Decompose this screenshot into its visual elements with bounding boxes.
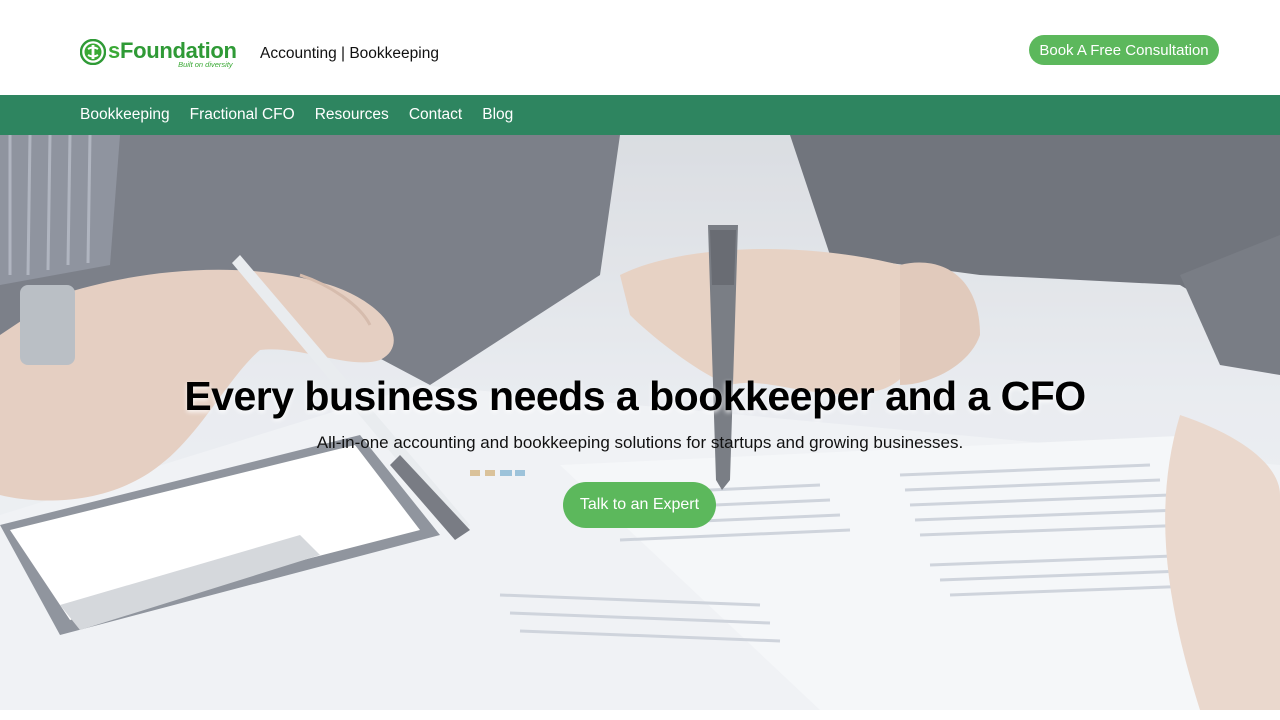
nav-item-fractional-cfo[interactable]: Fractional CFO <box>190 106 295 124</box>
nav-item-contact[interactable]: Contact <box>409 106 462 124</box>
nav-item-blog[interactable]: Blog <box>482 106 513 124</box>
nav-item-resources[interactable]: Resources <box>315 106 389 124</box>
logo-tagline: Built on diversity <box>178 60 233 69</box>
logo-word-first: s <box>108 38 120 63</box>
logo-wordmark: sFoundation Built on diversity <box>108 38 237 69</box>
nav-list: Bookkeeping Fractional CFO Resources Con… <box>80 95 533 135</box>
page-bottom-divider <box>0 710 1280 720</box>
main-nav: Bookkeeping Fractional CFO Resources Con… <box>0 95 1280 135</box>
hero-subtitle: All-in-one accounting and bookkeeping so… <box>316 433 964 452</box>
hero-overlay <box>0 135 1280 710</box>
hero-title: Every business needs a bookkeeper and a … <box>184 373 1086 419</box>
site-tagline: Accounting | Bookkeeping <box>260 45 439 62</box>
nav-item-bookkeeping[interactable]: Bookkeeping <box>80 106 170 124</box>
book-consultation-button[interactable]: Book A Free Consultation <box>1029 35 1219 65</box>
logo-icon <box>80 39 106 65</box>
site-header: sFoundation Built on diversity Accountin… <box>0 0 1280 95</box>
site-logo[interactable]: sFoundation Built on diversity <box>80 38 248 72</box>
talk-to-expert-button[interactable]: Talk to an Expert <box>563 482 716 528</box>
hero-section: Every business needs a bookkeeper and a … <box>0 135 1280 710</box>
